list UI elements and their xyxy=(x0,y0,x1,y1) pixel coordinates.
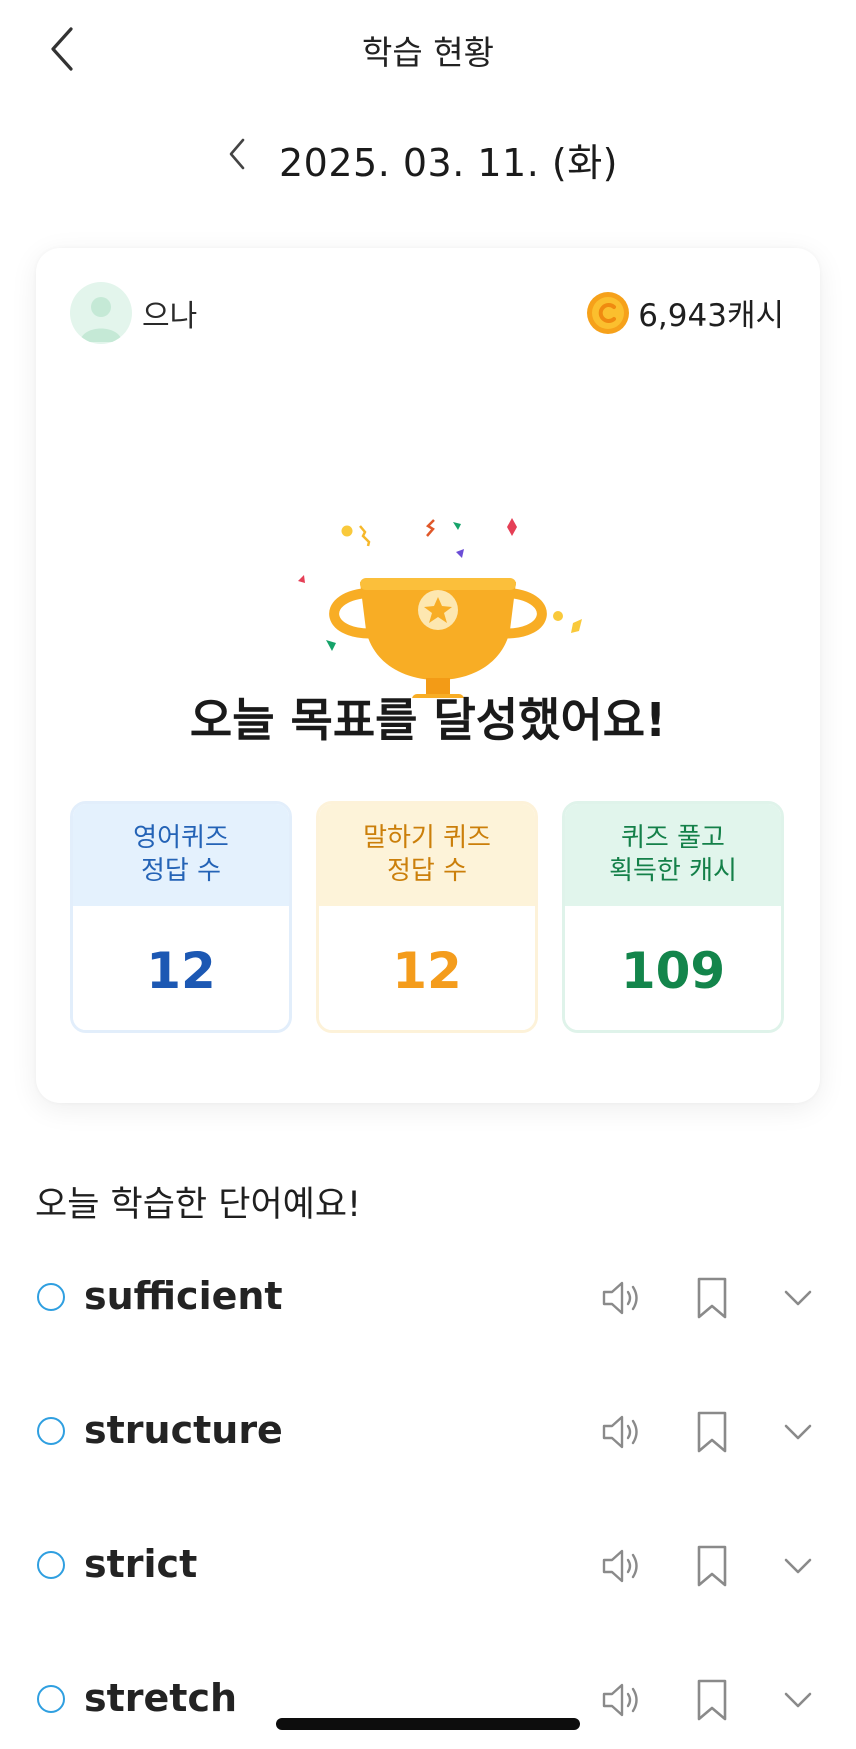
stat-label: 정답 수 xyxy=(140,856,222,886)
page-title: 학습 현황 xyxy=(362,33,494,72)
coin-icon xyxy=(587,291,630,334)
bookmark-icon[interactable] xyxy=(692,1410,732,1454)
chevron-down-icon[interactable] xyxy=(778,1414,818,1450)
stat-label: 퀴즈 풀고 xyxy=(621,823,725,853)
english-quiz-correct-stat: 영어퀴즈 정답 수 12 xyxy=(70,801,292,1033)
word-text: sufficient xyxy=(84,1274,283,1318)
chevron-down-icon[interactable] xyxy=(778,1682,818,1718)
bookmark-icon[interactable] xyxy=(692,1544,732,1588)
previous-date-button[interactable] xyxy=(220,134,254,174)
stat-value: 12 xyxy=(319,906,535,1030)
stat-value: 12 xyxy=(73,906,289,1030)
speaker-icon[interactable] xyxy=(600,1680,644,1720)
word-text: strict xyxy=(84,1542,198,1586)
chevron-left-icon xyxy=(229,138,245,170)
words-section-title: 오늘 학습한 단어예요! xyxy=(35,1185,362,1225)
avatar xyxy=(70,282,132,344)
earned-cash-stat: 퀴즈 풀고 획득한 캐시 109 xyxy=(562,801,784,1033)
word-text: stretch xyxy=(84,1676,238,1720)
achievement-card: 으나 6,943캐시 오늘 목표를 달성했어요! 영어퀴즈 정답 수 12 말하… xyxy=(36,248,820,1103)
stat-label: 영어퀴즈 xyxy=(133,823,229,853)
cash-balance: 6,943캐시 xyxy=(586,290,784,335)
speaker-icon[interactable] xyxy=(600,1546,644,1586)
word-check-toggle[interactable] xyxy=(37,1417,65,1445)
date-selector: 2025. 03. 11. (화) xyxy=(0,128,856,185)
cash-amount: 6,943캐시 xyxy=(638,298,784,334)
word-row: strict xyxy=(0,1536,856,1596)
chevron-down-icon[interactable] xyxy=(778,1280,818,1316)
user-icon xyxy=(80,297,122,342)
word-check-toggle[interactable] xyxy=(37,1551,65,1579)
word-check-toggle[interactable] xyxy=(37,1685,65,1713)
date-label: 2025. 03. 11. (화) xyxy=(279,141,618,185)
trophy xyxy=(329,578,547,698)
word-check-toggle[interactable] xyxy=(37,1283,65,1311)
speaker-icon[interactable] xyxy=(600,1278,644,1318)
stat-label: 정답 수 xyxy=(386,856,468,886)
chevron-down-icon[interactable] xyxy=(778,1548,818,1584)
user-name: 으나 xyxy=(142,299,198,334)
bookmark-icon[interactable] xyxy=(692,1678,732,1722)
word-text: structure xyxy=(84,1408,283,1452)
speaking-quiz-correct-stat: 말하기 퀴즈 정답 수 12 xyxy=(316,801,538,1033)
bookmark-icon[interactable] xyxy=(692,1276,732,1320)
stat-label: 말하기 퀴즈 xyxy=(363,823,491,853)
stat-label: 획득한 캐시 xyxy=(609,856,737,886)
speaker-icon[interactable] xyxy=(600,1412,644,1452)
home-indicator[interactable] xyxy=(276,1718,580,1730)
user-profile: 으나 xyxy=(70,282,197,344)
trophy-illustration xyxy=(298,518,582,698)
stat-value: 109 xyxy=(565,906,781,1030)
app-header: 학습 현황 xyxy=(0,0,856,96)
word-row: structure xyxy=(0,1402,856,1462)
word-row: sufficient xyxy=(0,1268,856,1328)
goal-achieved-message: 오늘 목표를 달성했어요! xyxy=(189,693,667,747)
